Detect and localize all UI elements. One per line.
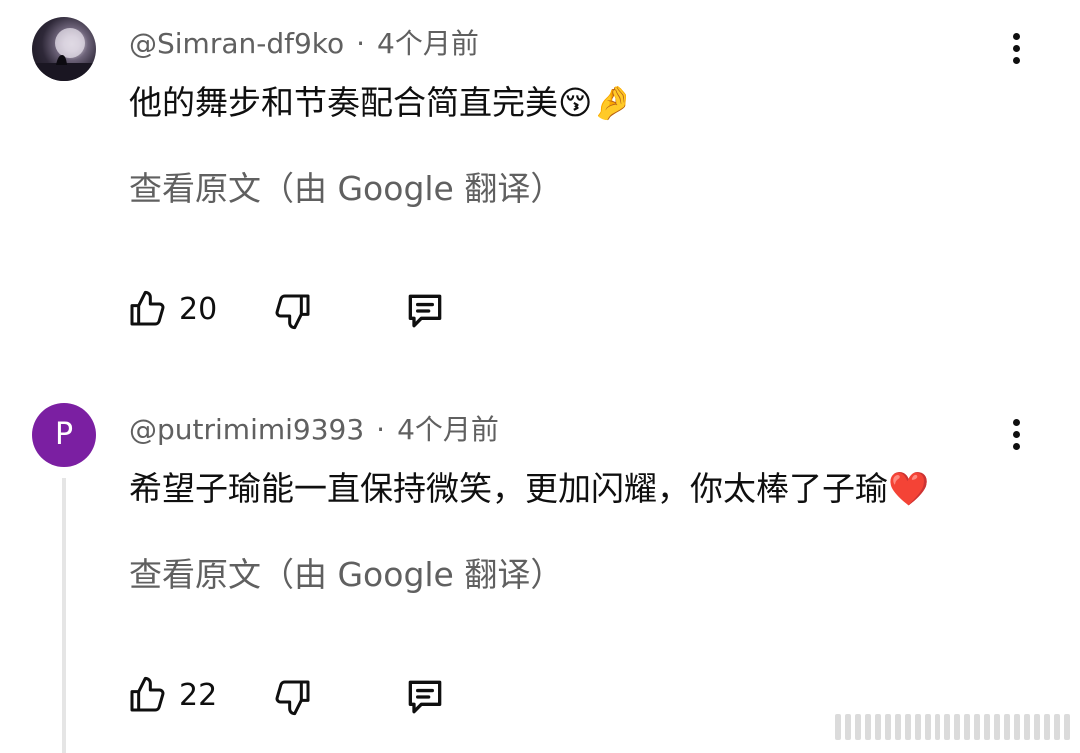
more-vertical-icon[interactable] [1000,28,1032,68]
thumbs-up-icon [130,676,165,712]
thread-line [62,478,66,753]
comment-meta: @putrimimi9393 · 4个月前 [129,408,499,448]
thumbs-down-icon [275,680,310,716]
comment-time[interactable]: 4个月前 [377,27,479,60]
avatar[interactable] [32,17,96,81]
watermark [835,712,1070,742]
meta-separator: · [376,413,386,446]
comment-text: 希望子瑜能一直保持微笑，更加闪耀，你太棒了子瑜❤️ [129,469,930,508]
like-button[interactable]: 22 [127,673,217,717]
view-original-link[interactable]: 查看原文（由 Google 翻译） [129,548,563,596]
avatar-image [32,28,96,81]
reply-comment-icon [408,680,442,714]
comment-author[interactable]: @putrimimi9393 [129,413,364,446]
comment-time[interactable]: 4个月前 [397,413,499,446]
dislike-button[interactable] [273,675,313,719]
meta-separator: · [356,27,366,60]
reply-button[interactable] [403,675,447,719]
comment-author[interactable]: @Simran-df9ko [129,27,344,60]
comment-meta: @Simran-df9ko · 4个月前 [129,22,479,62]
like-count: 22 [179,677,218,713]
avatar[interactable]: P [32,403,96,467]
view-original-link[interactable]: 查看原文（由 Google 翻译） [129,162,563,210]
reply-button[interactable] [403,289,447,333]
thumbs-up-icon [130,290,165,326]
dislike-button[interactable] [273,289,313,333]
more-vertical-icon[interactable] [1000,414,1032,454]
reply-comment-icon [408,294,442,328]
like-count: 20 [179,291,218,327]
like-button[interactable]: 20 [127,287,217,331]
comment-text: 他的舞步和节奏配合简直完美😚🤌 [129,83,634,122]
thumbs-down-icon [275,294,310,330]
